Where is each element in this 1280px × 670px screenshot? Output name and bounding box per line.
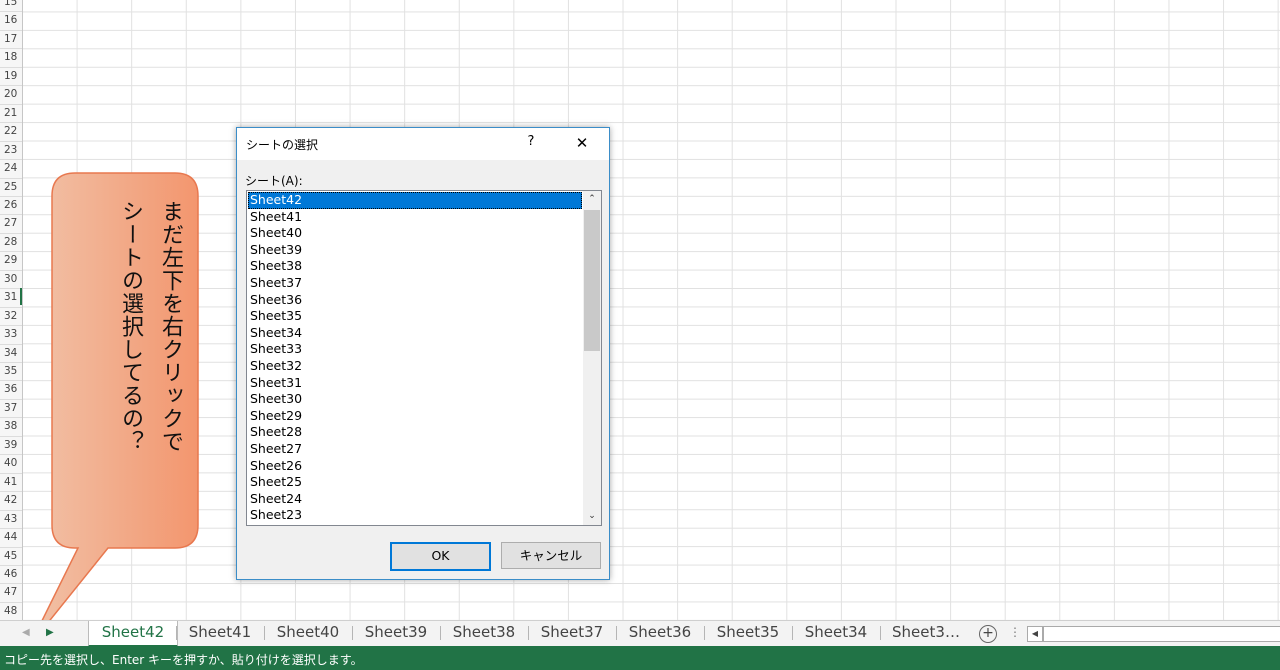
sheet-tab[interactable]: Sheet39 xyxy=(353,621,439,645)
sheet-tab[interactable]: Sheet3… xyxy=(881,621,971,645)
tab-scroll-right-icon[interactable]: ▶ xyxy=(46,627,54,638)
sheet-tab[interactable]: Sheet42 xyxy=(88,621,178,647)
sheet-list-item[interactable]: Sheet36 xyxy=(248,292,582,309)
sheet-tab[interactable]: Sheet36 xyxy=(617,621,703,645)
sheet-list-item[interactable]: Sheet41 xyxy=(248,209,582,226)
sheet-list-item[interactable]: Sheet38 xyxy=(248,258,582,275)
sheet-list-item[interactable]: Sheet31 xyxy=(248,375,582,392)
status-message: コピー先を選択し、Enter キーを押すか、貼り付けを選択します。 xyxy=(4,653,363,667)
sheet-list-item[interactable]: Sheet34 xyxy=(248,325,582,342)
sheet-tab[interactable]: Sheet41 xyxy=(177,621,263,645)
sheet-list-item[interactable]: Sheet33 xyxy=(248,341,582,358)
horizontal-scrollbar[interactable] xyxy=(1043,626,1280,642)
tab-scroll-left-icon[interactable]: ◀ xyxy=(22,627,30,638)
sheet-tab-bar: ◀ ▶ + ⋮ ◀ Sheet42 Sheet41 Sheet40 Sheet39 Sh… xyxy=(0,620,1280,647)
tab-separator xyxy=(528,626,529,640)
sheet-list-item[interactable]: Sheet28 xyxy=(248,424,582,441)
ok-button[interactable]: OK xyxy=(390,542,491,571)
sheet-tab[interactable]: Sheet35 xyxy=(705,621,791,645)
tab-separator xyxy=(704,626,705,640)
sheet-list-item[interactable]: Sheet27 xyxy=(248,441,582,458)
sheet-list-label-text: シート(A): xyxy=(245,174,303,188)
sheet-list-label: シート(A): xyxy=(245,172,303,189)
sheet-list-item[interactable]: Sheet29 xyxy=(248,408,582,425)
tab-separator xyxy=(264,626,265,640)
hscroll-left-icon[interactable]: ◀ xyxy=(1027,626,1043,642)
sheet-list-item[interactable]: Sheet40 xyxy=(248,225,582,242)
sheet-list-item[interactable]: Sheet37 xyxy=(248,275,582,292)
callout-text: まだ左下を右クリックで シートの選択してるの？ xyxy=(118,200,183,453)
dialog-title: シートの選択 xyxy=(246,138,319,152)
sheet-list: Sheet42 Sheet41 Sheet40 Sheet39 Sheet38 Sheet… xyxy=(248,192,582,524)
tab-separator xyxy=(176,626,177,640)
select-sheet-dialog: シートの選択 ? ✕ シート(A): Sheet42 Sheet41 Sheet40… xyxy=(236,127,610,580)
status-bar: コピー先を選択し、Enter キーを押すか、貼り付けを選択します。 xyxy=(0,646,1280,670)
more-options-icon[interactable]: ⋮ xyxy=(1009,625,1021,639)
help-button[interactable]: ? xyxy=(523,134,539,154)
tab-separator xyxy=(792,626,793,640)
list-scrollbar[interactable]: ⌃ ⌄ xyxy=(583,191,601,525)
sheet-list-item[interactable]: Sheet23 xyxy=(248,507,582,524)
sheet-list-item[interactable]: Sheet35 xyxy=(248,308,582,325)
cancel-button[interactable]: キャンセル xyxy=(501,542,601,569)
scroll-down-icon[interactable]: ⌄ xyxy=(583,508,601,525)
tab-separator xyxy=(880,626,881,640)
close-icon[interactable]: ✕ xyxy=(570,134,594,154)
sheet-tab[interactable]: Sheet40 xyxy=(265,621,351,645)
sheet-list-item[interactable]: Sheet25 xyxy=(248,474,582,491)
scroll-thumb[interactable] xyxy=(584,210,600,351)
scroll-up-icon[interactable]: ⌃ xyxy=(583,191,601,208)
sheet-tab[interactable]: Sheet38 xyxy=(441,621,527,645)
tab-separator xyxy=(616,626,617,640)
sheet-list-item[interactable]: Sheet30 xyxy=(248,391,582,408)
sheet-list-item[interactable]: Sheet26 xyxy=(248,458,582,475)
sheet-listbox[interactable]: Sheet42 Sheet41 Sheet40 Sheet39 Sheet38 Sheet… xyxy=(246,190,602,526)
sheet-tab[interactable]: Sheet34 xyxy=(793,621,879,645)
sheet-list-item[interactable]: Sheet32 xyxy=(248,358,582,375)
sheet-tab[interactable]: Sheet37 xyxy=(529,621,615,645)
sheet-list-item[interactable]: Sheet39 xyxy=(248,242,582,259)
sheet-list-item[interactable]: Sheet42 xyxy=(248,192,582,209)
add-sheet-icon[interactable]: + xyxy=(979,625,997,643)
tab-separator xyxy=(440,626,441,640)
sheet-list-item[interactable]: Sheet24 xyxy=(248,491,582,508)
tab-separator xyxy=(352,626,353,640)
